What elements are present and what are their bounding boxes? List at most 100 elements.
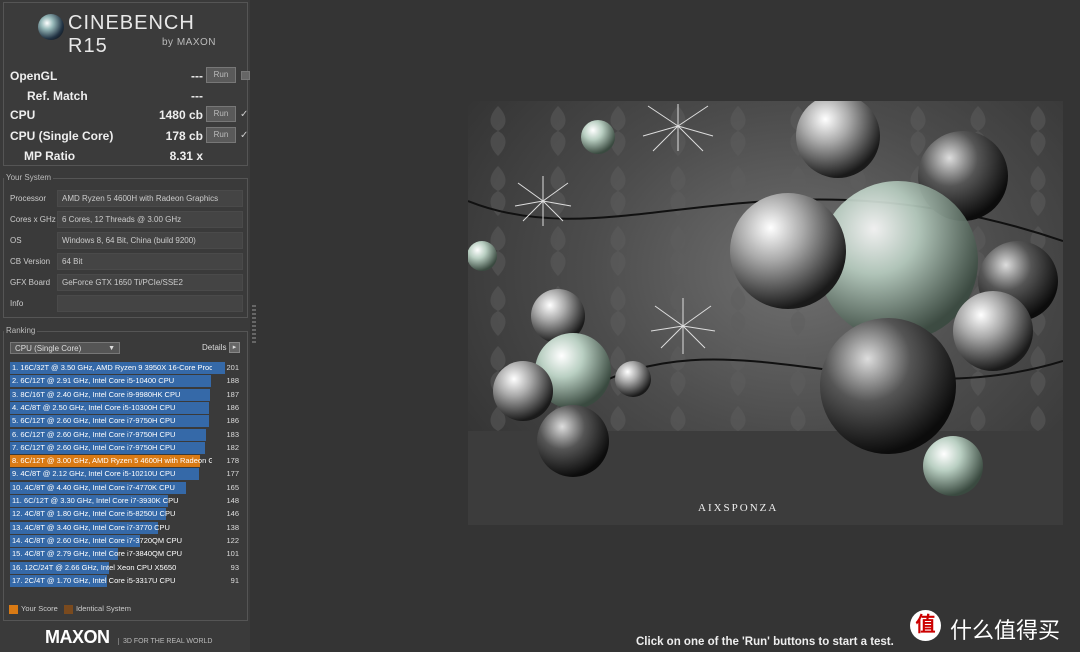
ranking-row-score: 187 [226,389,239,399]
result-mp-ratio: MP Ratio 8.31 x [10,147,245,165]
opengl-label: OpenGL [10,69,58,83]
identical-swatch [63,604,73,614]
ranking-row-score: 146 [226,509,239,519]
cpu-run-button[interactable]: Run [206,106,236,122]
refmatch-label: Ref. Match [27,89,88,103]
cpu-single-value: 178 cb [165,129,203,143]
maxon-tagline: 3D FOR THE REAL WORLD [118,638,212,645]
panel-resize-handle[interactable] [252,305,256,343]
watermark-text: 什么值得买 [950,619,1061,644]
ranking-row[interactable]: 1. 16C/32T @ 3.50 GHz, AMD Ryzen 9 3950X… [10,362,241,374]
ranking-row[interactable]: 9. 4C/8T @ 2.12 GHz, Intel Core i5-10210… [10,468,241,481]
ranking-dropdown-value: CPU (Single Core) [15,344,82,353]
mp-ratio-label: MP Ratio [24,149,76,163]
system-row-value: GeForce GTX 1650 Ti/PCIe/SSE2 [57,274,243,291]
ranking-row[interactable]: 3. 8C/16T @ 2.40 GHz, Intel Core i9-9980… [10,388,241,401]
ranking-row[interactable]: 5. 6C/12T @ 2.60 GHz, Intel Core i7-9750… [10,415,241,428]
system-row-label: Cores x GHz [10,215,56,224]
ranking-row-label: 2. 6C/12T @ 2.91 GHz, Intel Core i5-1040… [12,376,175,386]
opengl-run-button[interactable]: Run [206,67,236,83]
ranking-row-score: 182 [226,442,239,452]
ranking-row-label: 8. 6C/12T @ 3.00 GHz, AMD Ryzen 5 4600H … [12,456,212,466]
system-row-value: 6 Cores, 12 Threads @ 3.00 GHz [57,211,243,228]
status-message: Click on one of the 'Run' buttons to sta… [636,636,894,648]
ranking-row[interactable]: 10. 4C/8T @ 4.40 GHz, Intel Core i7-4770… [10,481,241,494]
system-row-value: Windows 8, 64 Bit, China (build 9200) [57,232,243,249]
system-section-title: Your System [4,173,54,182]
result-cpu: CPU 1480 cb Run ✓ [10,106,248,124]
render-image: AIXSPONZA [468,101,1063,525]
info-field[interactable] [57,295,243,312]
system-panel: Processor AMD Ryzen 5 4600H with Radeon … [3,178,248,318]
system-row-label[interactable]: Info [10,299,23,308]
ranking-row-score: 93 [230,562,239,572]
ranking-row-score: 178 [226,456,239,466]
cinebench-sphere-icon [38,14,64,40]
opengl-checkbox[interactable] [241,71,250,80]
ranking-row-score: 188 [226,376,239,386]
cpu-label: CPU [10,108,36,122]
render-viewport: AIXSPONZA [468,101,1063,525]
ranking-row-score: 138 [226,522,239,532]
cinebench-logo: CINEBENCH R15 by MAXON [38,11,218,57]
app-subtitle: by MAXON [162,37,217,48]
ranking-legend: Your Score Identical System [9,604,131,616]
ranking-row-label: 14. 4C/8T @ 2.60 GHz, Intel Core i7-3720… [12,535,183,545]
cpu-value: 1480 cb [158,108,203,122]
ranking-row-label: 9. 4C/8T @ 2.12 GHz, Intel Core i5-10210… [12,469,176,479]
identical-label: Identical System [75,604,131,613]
cpu-check-icon[interactable]: ✓ [240,109,248,120]
ranking-row-label: 5. 6C/12T @ 2.60 GHz, Intel Core i7-9750… [12,416,176,426]
ranking-row-your-score[interactable]: 8. 6C/12T @ 3.00 GHz, AMD Ryzen 5 4600H … [10,455,241,468]
ranking-row[interactable]: 16. 12C/24T @ 2.66 GHz, Intel Xeon CPU X… [10,561,241,574]
system-row-processor: Processor AMD Ryzen 5 4600H with Radeon … [10,190,244,208]
ranking-section-title: Ranking [4,326,38,335]
system-row-value: AMD Ryzen 5 4600H with Radeon Graphics [57,190,243,207]
ranking-row-score: 91 [230,575,239,585]
ranking-row-label: 6. 6C/12T @ 2.60 GHz, Intel Core i7-9750… [12,429,176,439]
cpu-single-run-button[interactable]: Run [206,127,236,143]
ranking-row-label: 3. 8C/16T @ 2.40 GHz, Intel Core i9-9980… [12,389,181,399]
ranking-row[interactable]: 13. 4C/8T @ 3.40 GHz, Intel Core i7-3770… [10,521,241,534]
system-row-label: Processor [10,194,47,203]
ranking-row-label: 17. 2C/4T @ 1.70 GHz, Intel Core i5-3317… [12,575,176,585]
system-row-label: CB Version [10,257,51,266]
ranking-row[interactable]: 11. 6C/12T @ 3.30 GHz, Intel Core i7-393… [10,495,241,507]
ranking-row-label: 13. 4C/8T @ 3.40 GHz, Intel Core i7-3770… [12,522,170,532]
ranking-row[interactable]: 7. 6C/12T @ 2.60 GHz, Intel Core i7-9750… [10,441,241,454]
ranking-dropdown[interactable]: CPU (Single Core) ▼ [10,342,120,354]
ranking-row[interactable]: 4. 4C/8T @ 2.50 GHz, Intel Core i5-10300… [10,401,241,414]
details-button[interactable]: ▸ [229,342,240,353]
system-row-label: OS [10,236,22,245]
results-panel: CINEBENCH R15 by MAXON OpenGL --- Run Re… [3,2,250,166]
ranking-row-score: 186 [226,416,239,426]
ranking-row[interactable]: 2. 6C/12T @ 2.91 GHz, Intel Core i5-1040… [10,375,241,388]
system-row-info: Info [10,295,244,313]
watermark-logo-icon: 值 [910,610,941,641]
ranking-row-label: 16. 12C/24T @ 2.66 GHz, Intel Xeon CPU X… [12,562,177,572]
chevron-down-icon: ▼ [108,345,115,352]
system-row-os: OS Windows 8, 64 Bit, China (build 9200) [10,232,244,250]
ranking-row-score: 165 [226,482,239,492]
system-row-value: 64 Bit [57,253,243,270]
ranking-row-score: 201 [226,363,239,372]
your-score-swatch [9,604,18,614]
your-score-label: Your Score [21,604,58,613]
ranking-row[interactable]: 17. 2C/4T @ 1.70 GHz, Intel Core i5-3317… [10,574,241,587]
ranking-row-label: 11. 6C/12T @ 3.30 GHz, Intel Core i7-393… [12,496,179,505]
ranking-row-label: 12. 4C/8T @ 1.80 GHz, Intel Core i5-8250… [12,509,176,519]
cpu-single-check-icon[interactable]: ✓ [240,130,248,141]
ranking-row-score: 177 [226,469,239,479]
system-row-gfx: GFX Board GeForce GTX 1650 Ti/PCIe/SSE2 [10,274,244,292]
ranking-row-label: 10. 4C/8T @ 4.40 GHz, Intel Core i7-4770… [12,482,175,492]
ranking-row[interactable]: 15. 4C/8T @ 2.79 GHz, Intel Core i7-3840… [10,548,241,561]
system-row-label: GFX Board [10,278,51,287]
result-cpu-single: CPU (Single Core) 178 cb Run ✓ [10,127,248,145]
ranking-row[interactable]: 14. 4C/8T @ 2.60 GHz, Intel Core i7-3720… [10,534,241,547]
system-row-cores: Cores x GHz 6 Cores, 12 Threads @ 3.00 G… [10,211,244,229]
app-title: CINEBENCH R15 [68,12,195,57]
ranking-row[interactable]: 12. 4C/8T @ 1.80 GHz, Intel Core i5-8250… [10,508,241,521]
cpu-single-label: CPU (Single Core) [10,129,114,143]
ranking-row-score: 101 [226,549,239,559]
ranking-row[interactable]: 6. 6C/12T @ 2.60 GHz, Intel Core i7-9750… [10,428,241,441]
